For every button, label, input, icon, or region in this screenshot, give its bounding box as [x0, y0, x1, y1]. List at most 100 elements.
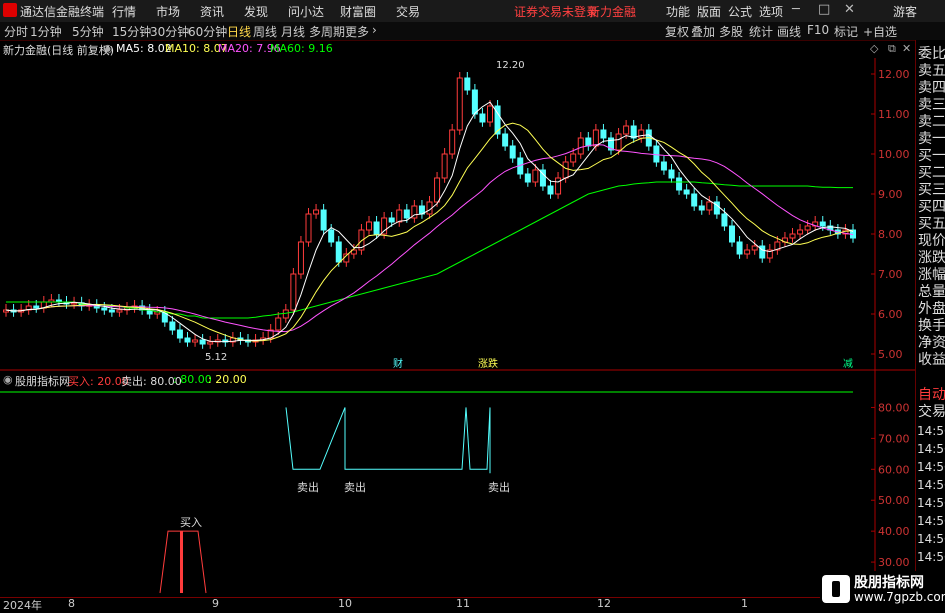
- candle-body[interactable]: [744, 249, 751, 255]
- candle-body[interactable]: [471, 89, 478, 115]
- candle-body[interactable]: [570, 153, 577, 163]
- menu-item-gongshi[interactable]: 公式: [728, 3, 752, 20]
- candle-body[interactable]: [282, 309, 289, 319]
- candle-body[interactable]: [305, 213, 312, 243]
- candle-body[interactable]: [819, 221, 826, 227]
- menu-item-faxian[interactable]: 发现: [244, 3, 268, 20]
- period-day[interactable]: 日线: [227, 23, 251, 40]
- period-30min[interactable]: 30分钟: [150, 23, 189, 40]
- more-chevron-icon[interactable]: ›: [372, 23, 377, 37]
- kline-chart[interactable]: 12.00 11.00 10.00 9.00 8.00 7.00 6.00 5.00 12.2…: [0, 40, 915, 597]
- brand-link[interactable]: 新力金融: [588, 3, 636, 20]
- indicator-settings-icon[interactable]: ◉: [3, 373, 13, 386]
- candle-body[interactable]: [275, 317, 282, 331]
- candle-body[interactable]: [797, 229, 804, 235]
- candle-body[interactable]: [207, 341, 214, 345]
- candle-body[interactable]: [562, 161, 569, 179]
- candle-body[interactable]: [721, 213, 728, 227]
- side-auto[interactable]: 自动: [918, 387, 945, 404]
- candle-body[interactable]: [676, 177, 683, 191]
- candle-body[interactable]: [698, 205, 705, 211]
- marker-jian[interactable]: 减: [843, 358, 853, 370]
- candle-body[interactable]: [464, 77, 471, 91]
- period-week[interactable]: 周线: [253, 23, 277, 40]
- candle-body[interactable]: [335, 241, 342, 263]
- period-fenshi[interactable]: 分时: [4, 23, 28, 40]
- tool-diejia[interactable]: 叠加: [691, 23, 715, 40]
- candle-body[interactable]: [373, 221, 380, 235]
- maximize-icon[interactable]: □: [818, 2, 830, 17]
- menu-item-wenxiaoda[interactable]: 问小达: [288, 3, 324, 20]
- menu-item-zixun[interactable]: 资讯: [200, 3, 224, 20]
- candle-body[interactable]: [487, 105, 493, 123]
- candle-body[interactable]: [388, 217, 395, 223]
- period-1min[interactable]: 1分钟: [30, 23, 62, 40]
- candle-body[interactable]: [33, 305, 40, 309]
- tool-duogu[interactable]: 多股: [719, 23, 743, 40]
- candle-body[interactable]: [366, 221, 372, 231]
- candle-body[interactable]: [434, 177, 441, 203]
- candle-body[interactable]: [600, 129, 607, 139]
- period-multi[interactable]: 多周期: [309, 23, 345, 40]
- candle-body[interactable]: [479, 113, 486, 123]
- candle-body[interactable]: [502, 133, 509, 147]
- candle-body[interactable]: [101, 307, 108, 311]
- candle-body[interactable]: [509, 145, 516, 159]
- menu-item-gongneng[interactable]: 功能: [666, 3, 690, 20]
- candle-body[interactable]: [653, 145, 660, 163]
- period-15min[interactable]: 15分钟: [112, 23, 151, 40]
- candle-body[interactable]: [547, 185, 554, 195]
- candle-body[interactable]: [668, 169, 675, 179]
- marker-cai[interactable]: 财: [393, 357, 403, 370]
- candle-body[interactable]: [759, 245, 766, 259]
- candle-body[interactable]: [313, 209, 320, 215]
- candle-body[interactable]: [456, 77, 463, 131]
- candle-body[interactable]: [660, 161, 667, 171]
- candle-body[interactable]: [71, 302, 78, 305]
- tool-zixuan[interactable]: +自选: [863, 23, 897, 40]
- candle-body[interactable]: [290, 273, 297, 311]
- minimize-icon[interactable]: ─: [792, 2, 800, 17]
- marker-zhangdie[interactable]: 涨跌: [478, 357, 498, 370]
- login-notice[interactable]: 证券交易未登录: [514, 3, 598, 20]
- candle-body[interactable]: [638, 129, 645, 139]
- candle-body[interactable]: [789, 233, 796, 239]
- period-5min[interactable]: 5分钟: [72, 23, 104, 40]
- tool-tongji[interactable]: 统计: [749, 23, 773, 40]
- side-trade[interactable]: 交易: [918, 404, 945, 421]
- candle-body[interactable]: [192, 339, 199, 343]
- menu-item-caifuquan[interactable]: 财富圈: [340, 3, 376, 20]
- candle-body[interactable]: [630, 125, 637, 139]
- candle-body[interactable]: [449, 129, 456, 155]
- period-more[interactable]: 更多: [345, 23, 369, 40]
- candle-body[interactable]: [403, 209, 410, 219]
- candle-body[interactable]: [524, 173, 531, 183]
- candle-body[interactable]: [623, 125, 630, 135]
- menu-item-shichang[interactable]: 市场: [156, 3, 180, 20]
- candle-body[interactable]: [441, 153, 448, 179]
- period-month[interactable]: 月线: [281, 23, 305, 40]
- candle-body[interactable]: [691, 193, 698, 207]
- candle-body[interactable]: [683, 189, 690, 195]
- tool-huaxian[interactable]: 画线: [777, 23, 801, 40]
- candle-body[interactable]: [328, 229, 335, 243]
- tool-fuquan[interactable]: 复权: [665, 23, 689, 40]
- menu-item-xuanxiang[interactable]: 选项: [759, 3, 783, 20]
- candle-body[interactable]: [615, 133, 622, 151]
- candle-body[interactable]: [396, 209, 403, 223]
- guest-label[interactable]: 游客: [893, 3, 917, 20]
- candle-body[interactable]: [116, 309, 123, 313]
- candle-body[interactable]: [736, 241, 743, 255]
- candle-body[interactable]: [592, 129, 599, 147]
- candle-body[interactable]: [751, 245, 758, 251]
- candle-body[interactable]: [169, 321, 176, 331]
- candle-body[interactable]: [199, 339, 206, 345]
- tool-biaoji[interactable]: 标记: [834, 23, 858, 40]
- candle-body[interactable]: [320, 209, 327, 231]
- candle-body[interactable]: [176, 329, 183, 339]
- candle-body[interactable]: [184, 337, 191, 343]
- menu-item-hangqing[interactable]: 行情: [112, 3, 136, 20]
- candle-body[interactable]: [555, 177, 562, 195]
- candle-body[interactable]: [297, 241, 304, 275]
- period-60min[interactable]: 60分钟: [188, 23, 227, 40]
